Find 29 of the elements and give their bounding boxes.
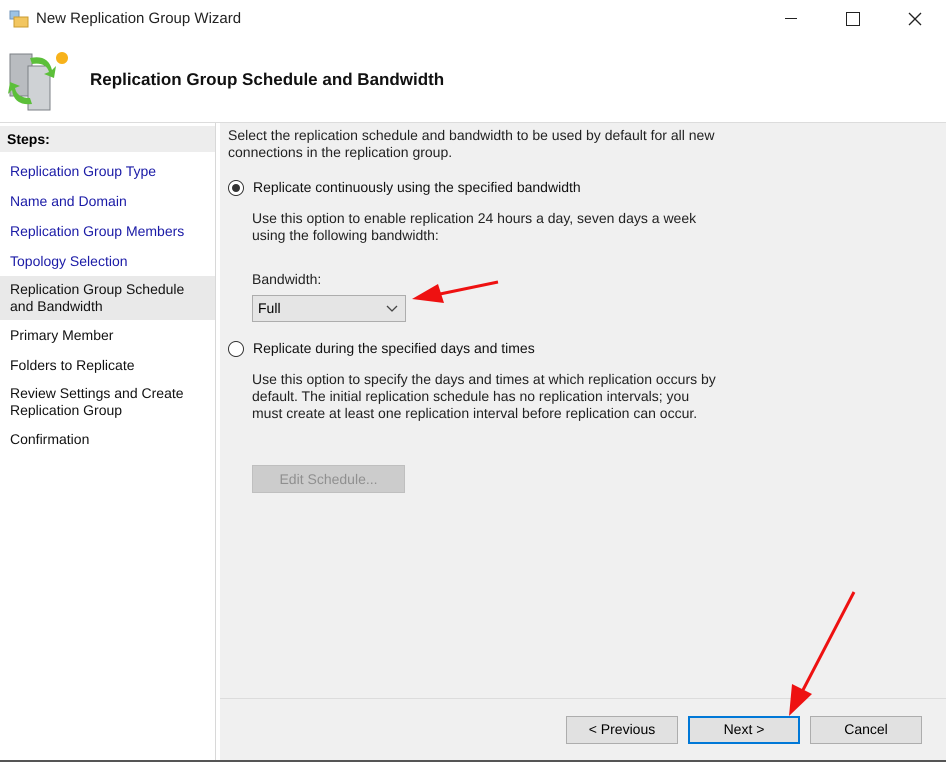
step-item: Folders to Replicate bbox=[9, 356, 136, 375]
step-item[interactable]: Name and Domain bbox=[0, 186, 215, 216]
radio-label: Replicate continuously using the specified bandwidth bbox=[253, 178, 581, 197]
step-item[interactable]: Replication Group Type bbox=[0, 156, 215, 186]
radio-button[interactable] bbox=[228, 180, 244, 196]
page-heading: Replication Group Schedule and Bandwidth bbox=[90, 69, 444, 92]
instruction-text: Select the replication schedule and bandwidth to be used by default for all new connections in the replication group. bbox=[228, 127, 716, 161]
wizard-button[interactable]: < Previous bbox=[566, 716, 678, 744]
step-item[interactable]: Replication Group Members bbox=[0, 216, 215, 246]
folders-icon bbox=[9, 10, 29, 28]
option-description: Use this option to enable replication 24 hours a day, seven days a week using the following bandwidth: bbox=[252, 210, 698, 244]
minimize-icon bbox=[785, 18, 797, 20]
step-item: Confirmation bbox=[9, 430, 90, 448]
radio-label: Replicate during the specified days and times bbox=[253, 339, 535, 358]
option-description: Use this option to specify the days and times at which replication occurs by default. The initial replication schedule has no replication intervals; you must create at least one replication interval before replication can occur. bbox=[252, 371, 717, 422]
chevron-down-icon bbox=[386, 304, 398, 312]
wizard-button[interactable]: Next > bbox=[688, 716, 800, 744]
steps-heading: Steps: bbox=[0, 126, 215, 152]
window-title: New Replication Group Wizard bbox=[36, 8, 242, 29]
field-label: Bandwidth: bbox=[252, 270, 322, 289]
step-item: Primary Member bbox=[9, 326, 114, 345]
step-item: Replication Group Schedule and Bandwidth bbox=[0, 276, 215, 320]
wizard-button[interactable]: Cancel bbox=[810, 716, 922, 744]
radio-button[interactable] bbox=[228, 340, 244, 356]
close-icon bbox=[908, 12, 922, 26]
step-item: Review Settings and Create Replication Group bbox=[9, 384, 185, 420]
step-item[interactable]: Topology Selection bbox=[0, 246, 215, 276]
maximize-icon bbox=[846, 12, 860, 26]
bandwidth-dropdown[interactable]: Full bbox=[252, 295, 406, 322]
